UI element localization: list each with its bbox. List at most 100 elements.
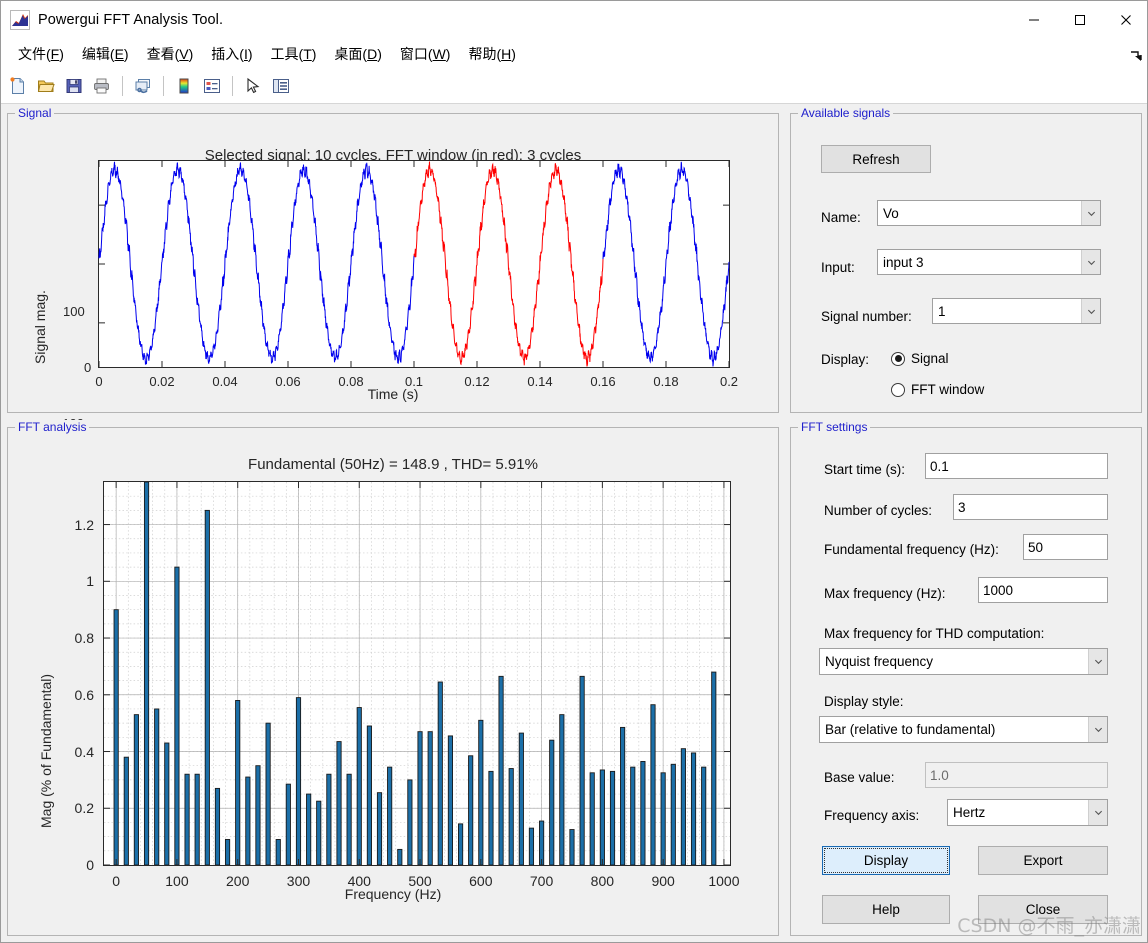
colorbar-icon[interactable] xyxy=(171,73,197,99)
plot-browser-icon[interactable] xyxy=(268,73,294,99)
base-value-label: Base value: xyxy=(824,770,895,785)
minimize-button[interactable] xyxy=(1011,1,1057,39)
fft-ytick-1: 1 xyxy=(86,573,94,590)
available-signals-legend: Available signals xyxy=(798,106,894,120)
signal-number-label: Signal number: xyxy=(821,309,912,324)
radio-display-fft-window[interactable]: FFT window xyxy=(891,382,984,397)
close-button-settings[interactable]: Close xyxy=(978,895,1108,924)
save-icon[interactable] xyxy=(61,73,87,99)
input-combobox[interactable]: input 3 xyxy=(877,249,1101,275)
menubar-resize-arrow-icon xyxy=(1129,48,1143,62)
menu-item-view[interactable]: 查看(V) xyxy=(138,41,203,67)
fft-ytick-0: 0 xyxy=(86,857,94,873)
toolbar-separator xyxy=(232,76,233,96)
input-combobox-value: input 3 xyxy=(883,254,924,270)
chevron-down-icon xyxy=(1088,649,1107,674)
signal-panel-legend: Signal xyxy=(15,106,55,120)
display-style-value: Bar (relative to fundamental) xyxy=(825,722,996,737)
display-style-label: Display style: xyxy=(824,694,904,709)
menu-item-edit[interactable]: 编辑(E) xyxy=(73,41,138,67)
start-time-label: Start time (s): xyxy=(824,462,906,477)
export-button[interactable]: Export xyxy=(978,846,1108,875)
signal-panel: Signal Selected signal: 10 cycles. FFT w… xyxy=(7,106,779,431)
menu-bar: 文件(F) 编辑(E) 查看(V) 插入(I) 工具(T) 桌面(D) 窗口(W… xyxy=(1,39,1147,69)
matlab-wave-icon xyxy=(10,10,30,30)
name-combobox-value: Vo xyxy=(883,205,899,221)
signal-number-combobox-value: 1 xyxy=(938,303,946,319)
frequency-axis-label: Frequency axis: xyxy=(824,808,920,823)
chevron-down-icon xyxy=(1088,717,1107,742)
number-of-cycles-input[interactable]: 3 xyxy=(953,494,1108,520)
close-button[interactable] xyxy=(1103,1,1147,39)
maximize-button[interactable] xyxy=(1057,1,1103,39)
window-title: Powergui FFT Analysis Tool. xyxy=(38,12,224,28)
menu-item-file[interactable]: 文件(F) xyxy=(9,41,73,67)
fft-ytick-0.4: 0.4 xyxy=(74,743,94,760)
signal-plot-axes xyxy=(98,160,730,368)
name-label: Name: xyxy=(821,210,861,225)
window-controls xyxy=(1011,1,1147,39)
radio-signal-label: Signal xyxy=(911,351,949,366)
radio-fft-window-indicator xyxy=(891,382,905,397)
chevron-down-icon xyxy=(1081,299,1100,323)
frequency-axis-value: Hertz xyxy=(953,805,986,820)
max-frequency-thd-label: Max frequency for THD computation: xyxy=(824,626,1045,641)
signal-plot-xlabel: Time (s) xyxy=(367,386,419,402)
powergui-fft-window: Powergui FFT Analysis Tool. 文件(F) 编辑(E) … xyxy=(0,0,1148,943)
fundamental-frequency-label: Fundamental frequency (Hz): xyxy=(824,542,999,557)
max-frequency-label: Max frequency (Hz): xyxy=(824,586,946,601)
start-time-input[interactable]: 0.1 xyxy=(925,453,1108,479)
fft-plot-xlabel: Frequency (Hz) xyxy=(344,886,442,902)
name-combobox[interactable]: Vo xyxy=(877,200,1101,226)
available-signals-panel: Available signals Refresh Name: Vo Input… xyxy=(790,106,1142,413)
toolbar-separator xyxy=(163,76,164,96)
menu-item-insert[interactable]: 插入(I) xyxy=(202,41,261,67)
display-style-combobox[interactable]: Bar (relative to fundamental) xyxy=(819,716,1108,743)
fft-ytick-1.2: 1.2 xyxy=(74,516,94,533)
menu-item-tools[interactable]: 工具(T) xyxy=(262,41,326,67)
chevron-down-icon xyxy=(1088,800,1107,825)
radio-signal-indicator xyxy=(891,351,905,366)
radio-fft-window-label: FFT window xyxy=(911,382,985,397)
base-value-input: 1.0 xyxy=(925,762,1108,788)
chevron-down-icon xyxy=(1081,201,1100,225)
fft-ytick-0.6: 0.6 xyxy=(74,686,94,703)
refresh-button[interactable]: Refresh xyxy=(821,145,931,173)
print-icon[interactable] xyxy=(89,73,115,99)
signal-plot-ylabel: Signal mag. xyxy=(32,290,48,364)
fft-settings-panel: FFT settings Start time (s): 0.1 Number … xyxy=(790,420,1142,936)
fft-analysis-panel: FFT analysis Fundamental (50Hz) = 148.9 … xyxy=(7,420,779,936)
fft-plot-ylabel: Mag (% of Fundamental) xyxy=(38,673,54,828)
max-frequency-thd-combobox[interactable]: Nyquist frequency xyxy=(819,648,1108,675)
menu-item-window[interactable]: 窗口(W) xyxy=(391,41,460,67)
fft-bar-chart-axes xyxy=(103,481,731,866)
new-figure-icon[interactable] xyxy=(5,73,31,99)
max-frequency-input[interactable]: 1000 xyxy=(978,577,1108,603)
signal-number-combobox[interactable]: 1 xyxy=(932,298,1101,324)
fft-ytick-0.2: 0.2 xyxy=(74,800,94,817)
title-bar: Powergui FFT Analysis Tool. xyxy=(1,1,1147,39)
pointer-icon[interactable] xyxy=(240,73,266,99)
display-mode-label: Display: xyxy=(821,352,870,367)
fft-panel-legend: FFT analysis xyxy=(15,420,90,434)
number-of-cycles-label: Number of cycles: xyxy=(824,503,933,518)
toolbar-separator xyxy=(122,76,123,96)
open-file-icon[interactable] xyxy=(33,73,59,99)
signal-ytick-100: 100 xyxy=(63,304,85,319)
tool-bar xyxy=(1,69,1147,104)
radio-display-signal[interactable]: Signal xyxy=(891,351,949,366)
fft-settings-legend: FFT settings xyxy=(798,420,871,434)
input-label: Input: xyxy=(821,260,855,275)
link-plot-icon[interactable] xyxy=(130,73,156,99)
menu-item-help[interactable]: 帮助(H) xyxy=(459,41,524,67)
fft-plot-title: Fundamental (50Hz) = 148.9 , THD= 5.91% xyxy=(248,456,538,473)
fundamental-frequency-input[interactable]: 50 xyxy=(1023,534,1108,560)
fft-ytick-0.8: 0.8 xyxy=(74,630,94,647)
max-frequency-thd-value: Nyquist frequency xyxy=(825,654,934,669)
frequency-axis-combobox[interactable]: Hertz xyxy=(947,799,1108,826)
help-button[interactable]: Help xyxy=(822,895,950,924)
menu-item-desktop[interactable]: 桌面(D) xyxy=(325,41,390,67)
chevron-down-icon xyxy=(1081,250,1100,274)
legend-icon[interactable] xyxy=(199,73,225,99)
display-button[interactable]: Display xyxy=(822,846,950,875)
